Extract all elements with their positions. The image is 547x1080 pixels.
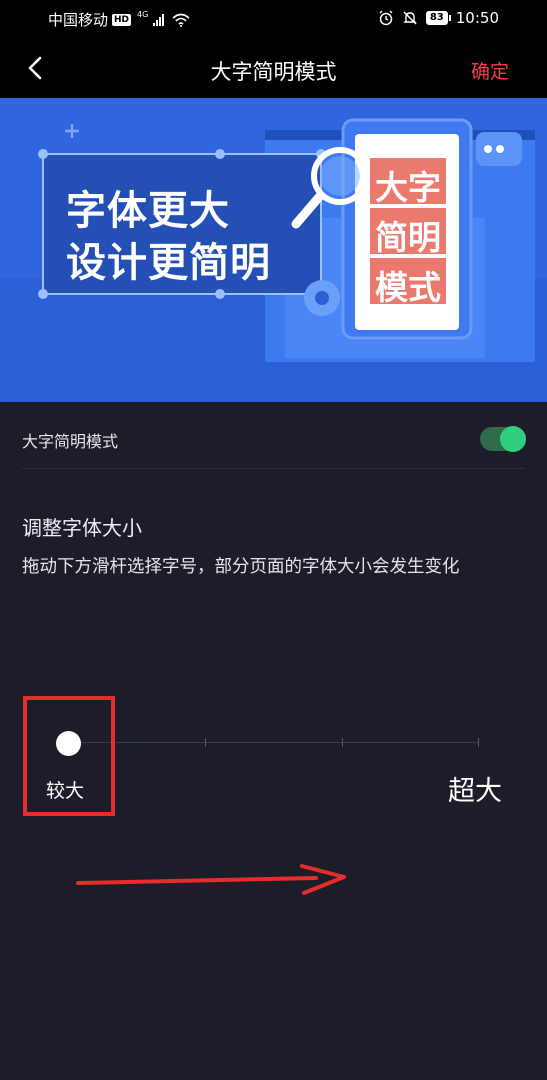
simple-mode-toggle[interactable]	[480, 426, 526, 452]
alarm-icon	[379, 10, 393, 26]
highlight-box	[23, 696, 115, 816]
nav-bar: 大字简明模式 确定	[0, 40, 547, 98]
hd-badge: HD	[112, 13, 132, 26]
status-bar: 中国移动 HD 4G 83 10:50	[0, 0, 547, 40]
banner-phone-text-3: 模式	[375, 268, 441, 307]
battery-icon: 83	[425, 11, 451, 25]
font-size-description: 拖动下方滑杆选择字号，部分页面的字体大小会发生变化	[22, 557, 460, 577]
divider	[22, 468, 525, 469]
toggle-knob	[500, 426, 526, 452]
slider-tick	[342, 738, 343, 747]
banner-image: 字体更大 设计更简明 大字 简明 模式	[0, 98, 547, 402]
wifi-icon	[172, 13, 190, 27]
slider-track[interactable]	[68, 742, 479, 743]
font-size-title: 调整字体大小	[22, 516, 142, 540]
confirm-button[interactable]: 确定	[471, 57, 509, 84]
slider-tick	[478, 738, 479, 747]
status-right: 83 10:50	[378, 9, 499, 27]
carrier-name: 中国移动	[48, 11, 109, 29]
signal-icon	[153, 13, 165, 26]
banner-phone-text-2: 简明	[375, 218, 441, 257]
network-type: 4G	[137, 10, 149, 19]
banner-headline-line1: 字体更大	[66, 188, 230, 234]
clock: 10:50	[455, 9, 499, 27]
simple-mode-row: 大字简明模式	[0, 404, 547, 468]
slider-tick	[205, 738, 206, 747]
level-label-max: 超大	[448, 776, 502, 807]
banner-headline-line2: 设计更简明	[66, 240, 271, 286]
arrow-right-icon	[76, 864, 346, 895]
page-title: 大字简明模式	[210, 60, 337, 84]
mute-icon	[403, 11, 417, 25]
banner-phone-text-1: 大字	[375, 168, 441, 207]
simple-mode-label: 大字简明模式	[22, 432, 119, 451]
status-left: 中国移动 HD 4G	[48, 9, 190, 30]
